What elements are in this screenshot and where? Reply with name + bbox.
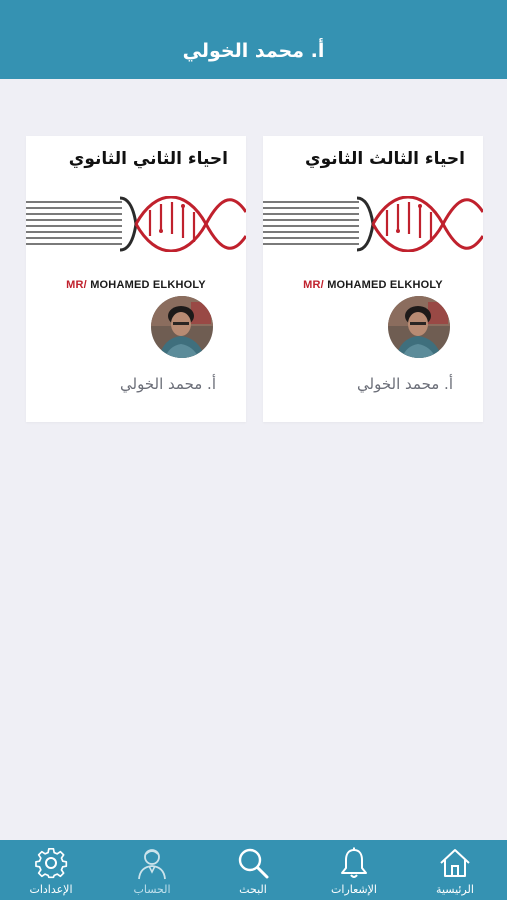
course-title: احياء الثالث الثانوي (305, 149, 465, 169)
tab-label: البحث (239, 883, 267, 896)
tab-settings[interactable]: الإعدادات (1, 840, 101, 900)
brand-prefix: MR/ (66, 279, 87, 291)
tab-label: الإشعارات (331, 883, 377, 896)
tab-search[interactable]: البحث (203, 840, 303, 900)
tab-home[interactable]: الرئيسية (405, 840, 505, 900)
dna-banner (26, 196, 246, 252)
tab-notifications[interactable]: الإشعارات (304, 840, 404, 900)
teacher-name: أ. محمد الخولي (120, 375, 216, 393)
course-card[interactable]: احياء الثاني الثانوي MR/ MOHAMED ELKHOLY… (26, 136, 246, 422)
course-grid: احياء الثالث الثانوي MR/ MOHAMED ELKHOLY… (0, 79, 507, 840)
app-header: أ. محمد الخولي (0, 0, 507, 79)
bottom-tab-bar: الرئيسية الإشعارات البحث الحساب الإعدادا… (0, 840, 507, 900)
dna-banner (263, 196, 483, 252)
tab-label: الرئيسية (436, 883, 474, 896)
gear-icon (35, 847, 68, 879)
bell-icon (341, 847, 367, 878)
home-icon (440, 849, 470, 877)
person-icon (138, 849, 166, 880)
avatar (151, 296, 213, 358)
course-title: احياء الثاني الثانوي (68, 149, 228, 169)
brand-label: MR/ MOHAMED ELKHOLY (26, 279, 246, 291)
page-title: أ. محمد الخولي (182, 40, 325, 62)
brand-name: MOHAMED ELKHOLY (90, 279, 206, 291)
brand-prefix: MR/ (303, 279, 324, 291)
search-icon (238, 848, 269, 879)
tab-account[interactable]: الحساب (102, 840, 202, 900)
tab-label: الحساب (133, 883, 171, 896)
brand-name: MOHAMED ELKHOLY (327, 279, 443, 291)
course-card[interactable]: احياء الثالث الثانوي MR/ MOHAMED ELKHOLY… (263, 136, 483, 422)
avatar (388, 296, 450, 358)
brand-label: MR/ MOHAMED ELKHOLY (263, 279, 483, 291)
tab-label: الإعدادات (29, 883, 73, 896)
teacher-name: أ. محمد الخولي (357, 375, 453, 393)
